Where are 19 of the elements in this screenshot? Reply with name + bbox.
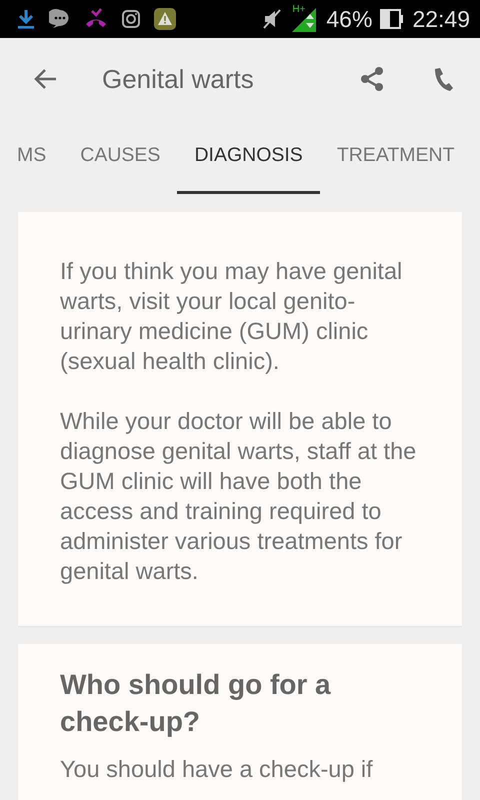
battery-level: 46% [326,6,372,32]
tab[interactable]: TREATMENT [320,120,472,194]
warning-icon [154,8,176,30]
section-heading: Who should go for a check-up? [60,668,332,739]
tab[interactable]: CAUSES [63,120,178,194]
tab[interactable]: MS [0,120,64,194]
page-title: Genital warts [102,64,255,94]
paragraph: While your doctor will be able to diagnose genital warts, staff at the GUM clinic will have both the access and training required to administer various treatments for genital warts. [60,407,418,586]
battery-icon [380,9,404,29]
download-icon [16,8,36,30]
paragraph: You should have a check-up if [60,755,374,784]
clock: 22:49 [412,6,470,32]
chat-icon [49,8,71,30]
camera-icon [121,9,141,29]
tab[interactable]: DIAGNOSIS [177,120,320,194]
mute-icon [262,8,282,30]
signal-icon: H+ [290,6,318,32]
missed-call-icon [84,8,108,30]
paragraph: If you think you may have genital warts, visit your local genito-urinary medicine (GUM) clinic (sexual health clinic). [60,257,404,376]
